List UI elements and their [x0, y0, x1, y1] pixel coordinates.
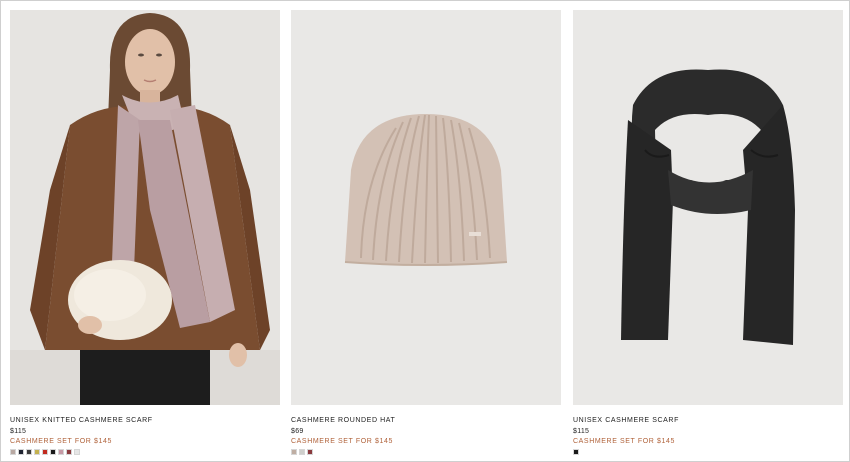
color-swatch[interactable]	[26, 449, 32, 455]
color-swatch[interactable]	[299, 449, 305, 455]
hat-photo	[291, 10, 561, 405]
product-title[interactable]: CASHMERE ROUNDED HAT	[291, 417, 395, 424]
color-swatches	[291, 449, 313, 455]
promo-link[interactable]: CASHMERE SET FOR $145	[291, 438, 393, 445]
color-swatch[interactable]	[42, 449, 48, 455]
color-swatch[interactable]	[291, 449, 297, 455]
color-swatch[interactable]	[34, 449, 40, 455]
color-swatch[interactable]	[18, 449, 24, 455]
product-image-unisex-scarf[interactable]	[573, 10, 843, 405]
color-swatch[interactable]	[307, 449, 313, 455]
color-swatches	[10, 449, 80, 455]
color-swatch[interactable]	[58, 449, 64, 455]
product-card-rounded-hat[interactable]: CASHMERE ROUNDED HAT $69 CASHMERE SET FO…	[291, 10, 561, 455]
product-price: $115	[10, 428, 27, 435]
color-swatch[interactable]	[66, 449, 72, 455]
promo-link[interactable]: CASHMERE SET FOR $145	[573, 438, 675, 445]
color-swatches	[573, 449, 579, 455]
product-price: $69	[291, 428, 304, 435]
promo-link[interactable]: CASHMERE SET FOR $145	[10, 438, 112, 445]
product-title[interactable]: UNISEX KNITTED CASHMERE SCARF	[10, 417, 153, 424]
black-scarf-photo	[573, 10, 843, 405]
color-swatch[interactable]	[573, 449, 579, 455]
product-card-knitted-scarf[interactable]: UNISEX KNITTED CASHMERE SCARF $115 CASHM…	[10, 10, 280, 455]
model-scarf-photo	[10, 10, 280, 405]
product-title[interactable]: UNISEX CASHMERE SCARF	[573, 417, 679, 424]
product-image-knitted-scarf[interactable]	[10, 10, 280, 405]
product-image-rounded-hat[interactable]	[291, 10, 561, 405]
color-swatch[interactable]	[10, 449, 16, 455]
color-swatch[interactable]	[74, 449, 80, 455]
color-swatch[interactable]	[50, 449, 56, 455]
product-price: $115	[573, 428, 590, 435]
product-card-unisex-scarf[interactable]: UNISEX CASHMERE SCARF $115 CASHMERE SET …	[573, 10, 843, 455]
